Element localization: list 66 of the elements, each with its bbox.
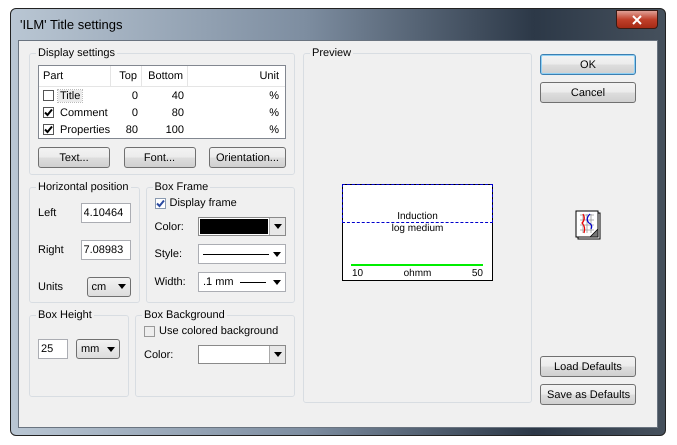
table-cell-text: 0 — [130, 106, 139, 118]
cancel-button[interactable]: Cancel — [540, 82, 636, 103]
scale-min: 10 — [352, 268, 364, 279]
dropdown-arrow-icon — [107, 346, 115, 352]
window-title: 'ILM' Title settings — [19, 17, 123, 32]
checkbox[interactable] — [43, 90, 54, 101]
dropdown-arrow-icon — [273, 280, 281, 284]
part-name[interactable]: Properties — [58, 124, 112, 136]
line-width-dropdown[interactable]: .1 mm — [198, 272, 286, 292]
part-name[interactable]: Comment — [58, 106, 110, 118]
group-title: Box Frame — [154, 181, 210, 193]
load-defaults-button[interactable]: Load Defaults — [540, 356, 636, 377]
dropdown-arrow-icon — [274, 224, 282, 229]
dropdown-arrow-icon — [273, 252, 281, 256]
column-header[interactable]: Unit — [188, 66, 285, 86]
height-field[interactable]: 25 — [38, 339, 68, 359]
dialog-button[interactable]: Text... — [38, 147, 110, 168]
color-dropdown[interactable] — [198, 345, 286, 364]
check-icon — [156, 198, 164, 208]
table-cell-text: % — [268, 124, 280, 136]
table-cell-text: % — [268, 90, 280, 102]
column-header[interactable]: Part — [39, 66, 111, 86]
units-dropdown[interactable]: cm — [86, 276, 130, 296]
checkbox[interactable] — [43, 124, 54, 135]
color-dropdown[interactable] — [198, 217, 286, 236]
group-title: Display settings — [37, 47, 116, 59]
ok-button[interactable]: OK — [540, 54, 636, 75]
field-label: Style: — [154, 248, 182, 260]
save-defaults-button[interactable]: Save as Defaults — [540, 384, 636, 405]
group-title: Preview — [311, 47, 352, 59]
preview-comment: log medium — [392, 223, 444, 234]
line-style-dropdown[interactable] — [198, 244, 286, 264]
part-name[interactable]: Title — [58, 90, 82, 102]
group-title: Box Background — [143, 309, 226, 321]
field-label: Units — [38, 280, 64, 292]
dropdown-arrow-icon — [274, 352, 282, 357]
column-header[interactable]: Top — [111, 66, 142, 86]
group-title: Box Height — [37, 309, 93, 321]
close-icon — [631, 14, 643, 24]
group-title: Horizontal position — [37, 181, 130, 193]
field-label: Right — [38, 244, 64, 256]
unit-dropdown[interactable]: mm — [76, 339, 120, 359]
table-cell-text: 0 — [130, 90, 139, 102]
table-cell-text: 40 — [170, 90, 185, 102]
scale-unit: ohmm — [404, 268, 432, 279]
close-button[interactable] — [616, 10, 658, 29]
field-label: Width: — [154, 276, 186, 288]
column-header[interactable]: Bottom — [142, 66, 188, 86]
table-cell-text: % — [268, 106, 280, 118]
scale-max: 50 — [472, 268, 483, 279]
colored-background-checkbox[interactable]: Use colored background — [144, 325, 286, 337]
field-label: Color: — [154, 220, 184, 232]
dialog-button[interactable]: Font... — [124, 147, 196, 168]
table-cell-text: 80 — [170, 106, 185, 118]
dialog-button[interactable]: Orientation... — [209, 147, 286, 168]
preview-title: Induction — [397, 211, 438, 222]
field-label: Color: — [144, 348, 174, 360]
checkbox[interactable] — [43, 107, 54, 118]
dropdown-arrow-icon — [118, 284, 126, 289]
table-cell-text: 80 — [124, 124, 139, 136]
right-field[interactable]: 7.08983 — [80, 240, 130, 260]
log-document-icon — [574, 209, 602, 241]
display-frame-checkbox[interactable]: Display frame — [154, 197, 286, 209]
field-label: Left — [38, 206, 56, 218]
left-field[interactable]: 4.10464 — [80, 202, 130, 222]
table-cell-text: 100 — [164, 124, 185, 136]
